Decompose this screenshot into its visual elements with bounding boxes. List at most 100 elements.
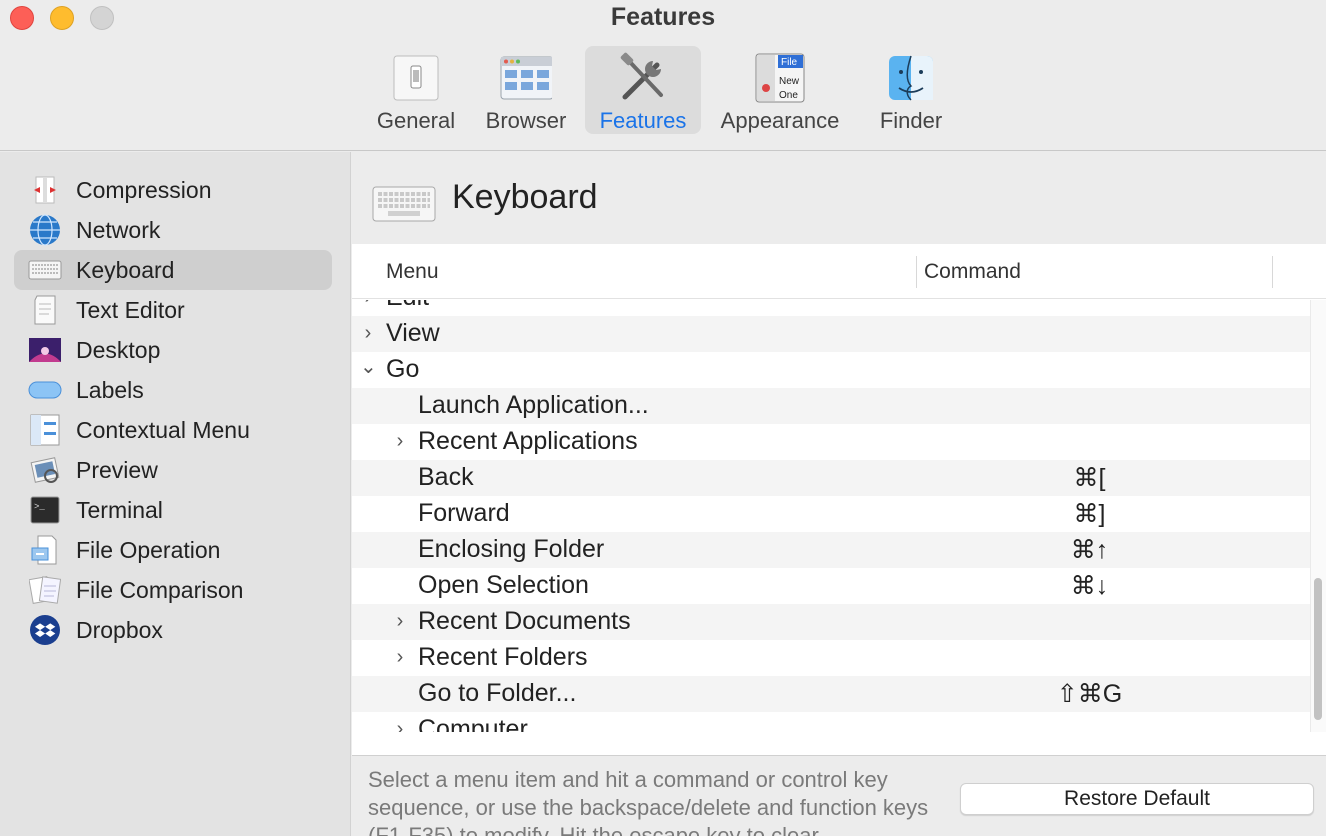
disclosure-down-icon[interactable]: ⌄ (360, 354, 377, 379)
disclosure-right-icon[interactable]: › (392, 610, 408, 633)
terminal-icon: >_ (28, 493, 62, 527)
preferences-tabs: General Browser Features File New One Appe… (370, 46, 966, 134)
sidebar-item-label: File Comparison (76, 576, 244, 603)
switch-icon (390, 52, 442, 104)
table-row[interactable]: › Computer (352, 712, 1310, 732)
file-operation-icon (28, 533, 62, 567)
sidebar-item-labels[interactable]: Labels (14, 370, 332, 410)
sidebar-item-text-editor[interactable]: Text Editor (14, 290, 332, 330)
svg-text:One: One (779, 90, 798, 101)
tab-general[interactable]: General (370, 46, 462, 134)
dropbox-icon (28, 613, 62, 647)
window-title: Features (610, 3, 716, 31)
table-row[interactable]: Enclosing Folder ⌘↑ (352, 532, 1310, 568)
column-header-menu[interactable]: Menu (386, 260, 439, 284)
sidebar-item-label: File Operation (76, 536, 221, 563)
table-row[interactable]: ⌄ Go (352, 352, 1310, 388)
sidebar-item-label: Labels (76, 376, 144, 403)
compression-icon (28, 173, 62, 207)
contextual-menu-icon (28, 413, 62, 447)
restore-default-button[interactable]: Restore Default (960, 783, 1314, 815)
tab-browser[interactable]: Browser (470, 46, 582, 134)
table-row[interactable]: › Recent Folders (352, 640, 1310, 676)
row-label: Go (386, 355, 420, 383)
sidebar-item-keyboard[interactable]: Keyboard (14, 250, 332, 290)
disclosure-right-icon[interactable]: › (360, 300, 376, 309)
svg-text:File: File (781, 57, 798, 68)
row-label: Back (418, 463, 474, 491)
table-row[interactable]: › Edit (352, 300, 1310, 316)
table-row[interactable]: Go to Folder... ⇧⌘G (352, 676, 1310, 712)
row-label: Forward (418, 499, 510, 527)
sidebar-item-file-comparison[interactable]: File Comparison (14, 570, 332, 610)
row-label: Enclosing Folder (418, 535, 605, 563)
table-row[interactable]: Back ⌘[ (352, 460, 1310, 496)
sidebar-item-preview[interactable]: Preview (14, 450, 332, 490)
row-label: Computer (418, 715, 528, 732)
tab-appearance[interactable]: File New One Appearance (704, 46, 856, 134)
keyboard-icon (372, 184, 436, 224)
table-row[interactable]: Launch Application... (352, 388, 1310, 424)
toolbar: Features General Browser Features File Ne… (0, 0, 1326, 151)
row-command[interactable]: ⌘[ (992, 463, 1187, 493)
row-command[interactable]: ⇧⌘G (992, 679, 1187, 709)
sidebar-item-terminal[interactable]: >_ Terminal (14, 490, 332, 530)
tab-features[interactable]: Features (585, 46, 701, 134)
sidebar-item-network[interactable]: Network (14, 210, 332, 250)
sidebar-item-label: Network (76, 216, 161, 243)
disclosure-right-icon[interactable]: › (392, 430, 408, 453)
desktop-icon (28, 333, 62, 367)
row-label: Go to Folder... (418, 679, 577, 707)
sidebar-item-compression[interactable]: Compression (14, 170, 332, 210)
scrollbar-thumb[interactable] (1314, 578, 1322, 720)
sidebar-item-contextual-menu[interactable]: Contextual Menu (14, 410, 332, 450)
svg-text:>_: >_ (34, 502, 45, 512)
disclosure-right-icon[interactable]: › (392, 646, 408, 669)
tab-browser-label: Browser (485, 108, 567, 133)
column-divider[interactable] (916, 256, 917, 288)
table-row[interactable]: Forward ⌘] (352, 496, 1310, 532)
tab-finder-label: Finder (879, 108, 943, 133)
row-label: Edit (386, 300, 429, 312)
tab-general-label: General (376, 108, 456, 133)
browser-window-icon (500, 52, 552, 104)
tab-appearance-label: Appearance (720, 108, 840, 133)
sidebar-item-label: Dropbox (76, 616, 163, 643)
globe-icon (28, 213, 62, 247)
table-row[interactable]: › Recent Documents (352, 604, 1310, 640)
column-divider[interactable] (1272, 256, 1273, 288)
svg-text:New: New (779, 76, 800, 87)
tools-icon (617, 52, 669, 104)
sidebar-item-file-operation[interactable]: File Operation (14, 530, 332, 570)
row-label: Recent Applications (418, 427, 638, 455)
table-row[interactable]: › Recent Applications (352, 424, 1310, 460)
keyboard-icon (28, 253, 62, 287)
column-header-command[interactable]: Command (924, 260, 1021, 284)
file-menu-icon: File New One (754, 52, 806, 104)
table-body: › Edit › View ⌄ Go Launch Application...… (352, 300, 1310, 732)
tab-finder[interactable]: Finder (856, 46, 966, 134)
row-command[interactable]: ⌘↓ (992, 571, 1187, 601)
sidebar-item-label: Keyboard (76, 256, 175, 283)
sidebar-item-label: Terminal (76, 496, 163, 523)
table-row[interactable]: Open Selection ⌘↓ (352, 568, 1310, 604)
sidebar-item-label: Text Editor (76, 296, 185, 323)
sidebar-item-label: Desktop (76, 336, 161, 363)
row-label: Recent Folders (418, 643, 588, 671)
sidebar-item-dropbox[interactable]: Dropbox (14, 610, 332, 650)
disclosure-right-icon[interactable]: › (392, 718, 408, 732)
preview-icon (28, 453, 62, 487)
table-row[interactable]: › View (352, 316, 1310, 352)
sidebar-item-label: Preview (76, 456, 158, 483)
page-title: Keyboard (452, 178, 598, 216)
tab-features-label: Features (599, 108, 687, 133)
row-command[interactable]: ⌘↑ (992, 535, 1187, 565)
shortcut-table: Menu Command › Edit › View ⌄ Go Launc (352, 244, 1326, 756)
disclosure-right-icon[interactable]: › (360, 322, 376, 345)
sidebar-item-desktop[interactable]: Desktop (14, 330, 332, 370)
text-editor-icon (28, 293, 62, 327)
row-label: View (386, 319, 440, 347)
row-command[interactable]: ⌘] (992, 499, 1187, 529)
file-comparison-icon (28, 573, 62, 607)
sidebar-item-label: Contextual Menu (76, 416, 250, 443)
